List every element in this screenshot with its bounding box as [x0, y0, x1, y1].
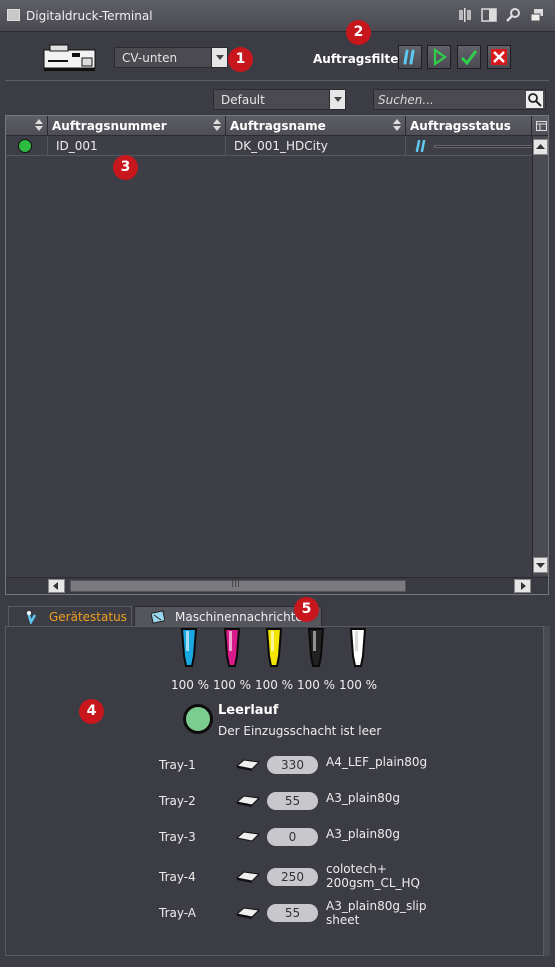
tab-device-status[interactable]: Gerätestatus — [8, 606, 132, 627]
badge-2: 2 — [346, 20, 371, 45]
arrow-down-icon — [536, 563, 545, 568]
search-icon[interactable] — [526, 91, 543, 108]
pause-icon — [415, 140, 426, 152]
tray-2-label: Tray-2 — [159, 794, 196, 808]
paper-tray-icon — [236, 871, 260, 883]
toner-white-level: 100 % — [338, 678, 378, 692]
pause-icon — [403, 49, 415, 65]
tray-1-count: 330 — [267, 756, 318, 774]
tray-a-count: 55 — [267, 904, 318, 922]
scroll-left-button[interactable] — [48, 579, 65, 593]
pause-filter-button[interactable] — [398, 45, 422, 69]
windows-icon[interactable] — [529, 7, 545, 23]
arrow-right-icon — [521, 582, 526, 590]
badge-4: 4 — [79, 699, 104, 724]
printer-icon — [43, 44, 96, 71]
tray-4-media: colotech+ 200gsm_CL_HQ — [326, 862, 420, 890]
table-row[interactable]: ID_001 DK_001_HDCity — [6, 136, 534, 156]
tray-a-media: A3_plain80g_slip sheet — [326, 899, 427, 927]
column-chooser-icon[interactable] — [536, 121, 547, 131]
arrow-up-icon — [536, 144, 545, 149]
check-filter-button[interactable] — [457, 45, 481, 69]
chevron-down-icon[interactable] — [211, 48, 227, 67]
panel-scrollbar[interactable] — [544, 626, 550, 956]
view-dropdown[interactable]: Default — [213, 89, 346, 110]
tray-2-media: A3_plain80g — [326, 791, 400, 805]
job-progress-bar — [434, 145, 534, 148]
tray-3-label: Tray-3 — [159, 830, 196, 844]
badge-3: 3 — [113, 155, 138, 180]
sort-icon[interactable] — [35, 119, 44, 132]
panel-icon[interactable] — [481, 7, 497, 23]
toner-cyan-icon — [180, 628, 198, 667]
job-number-cell: ID_001 — [48, 136, 226, 156]
toner-magenta-level: 100 % — [212, 678, 252, 692]
scroll-up-button[interactable] — [533, 139, 548, 155]
scroll-right-button[interactable] — [514, 579, 531, 593]
paper-tray-icon — [236, 759, 260, 771]
split-view-icon[interactable] — [457, 7, 473, 23]
sort-icon[interactable] — [393, 119, 402, 132]
paper-tray-icon — [236, 907, 260, 919]
job-name-cell: DK_001_HDCity — [226, 136, 406, 156]
toner-magenta-icon — [223, 628, 241, 667]
search-box — [373, 89, 546, 110]
check-icon — [460, 50, 478, 66]
chevron-down-icon[interactable] — [329, 90, 345, 109]
app-icon — [7, 9, 20, 21]
search-input[interactable] — [378, 91, 523, 109]
play-icon — [433, 48, 447, 66]
cancel-icon — [491, 49, 507, 65]
table-header: Auftragsnummer Auftragsname Auftragsstat… — [6, 116, 548, 136]
message-icon — [151, 610, 165, 624]
column-header-job-number[interactable]: Auftragsnummer — [48, 116, 226, 135]
sort-icon[interactable] — [213, 119, 222, 132]
horizontal-scrollbar[interactable] — [6, 577, 548, 594]
play-filter-button[interactable] — [427, 45, 451, 69]
toner-white-icon — [349, 628, 367, 667]
tray-4-label: Tray-4 — [159, 870, 196, 884]
scroll-down-button[interactable] — [533, 557, 548, 573]
tray-1-label: Tray-1 — [159, 758, 196, 772]
status-dot — [18, 139, 32, 153]
paper-tray-icon — [236, 795, 260, 807]
toner-yellow-icon — [265, 628, 283, 667]
status-column-header[interactable] — [6, 116, 48, 135]
device-status-indicator — [183, 704, 213, 734]
tray-3-count: 0 — [267, 828, 318, 846]
job-status-cell — [406, 136, 534, 156]
magnifier-icon[interactable] — [505, 7, 521, 23]
device-status-title: Leerlauf — [218, 703, 279, 718]
vertical-scrollbar[interactable] — [532, 136, 548, 576]
paper-tray-empty-icon — [236, 831, 260, 842]
title-bar: Digitaldruck-Terminal — [0, 0, 555, 32]
device-dropdown-value: CV-unten — [122, 51, 178, 65]
window-title: Digitaldruck-Terminal — [26, 9, 153, 23]
tray-4-count: 250 — [267, 868, 318, 886]
tray-1-media: A4_LEF_plain80g — [326, 755, 428, 769]
badge-5: 5 — [294, 597, 319, 622]
toner-yellow-level: 100 % — [254, 678, 294, 692]
scroll-thumb[interactable] — [70, 578, 406, 592]
tray-3-media: A3_plain80g — [326, 827, 400, 841]
arrow-left-icon — [53, 582, 58, 590]
cancel-filter-button[interactable] — [487, 45, 511, 69]
view-dropdown-value: Default — [221, 93, 265, 107]
tray-a-label: Tray-A — [159, 906, 197, 920]
device-status-icon — [26, 611, 37, 624]
device-dropdown[interactable]: CV-unten — [114, 47, 228, 68]
job-table: Auftragsnummer Auftragsname Auftragsstat… — [5, 115, 549, 595]
row-status-cell — [6, 136, 48, 156]
filter-label: Auftragsfilter — [313, 52, 405, 66]
toner-black-level: 100 % — [296, 678, 336, 692]
device-status-message: Der Einzugsschacht ist leer — [218, 724, 382, 738]
title-tools — [457, 7, 545, 23]
toner-cyan-level: 100 % — [170, 678, 210, 692]
column-header-job-status[interactable]: Auftragsstatus — [406, 116, 532, 135]
badge-1: 1 — [228, 47, 253, 72]
tray-2-count: 55 — [267, 792, 318, 810]
separator — [5, 80, 549, 81]
column-header-job-name[interactable]: Auftragsname — [226, 116, 406, 135]
toner-black-icon — [307, 628, 325, 667]
